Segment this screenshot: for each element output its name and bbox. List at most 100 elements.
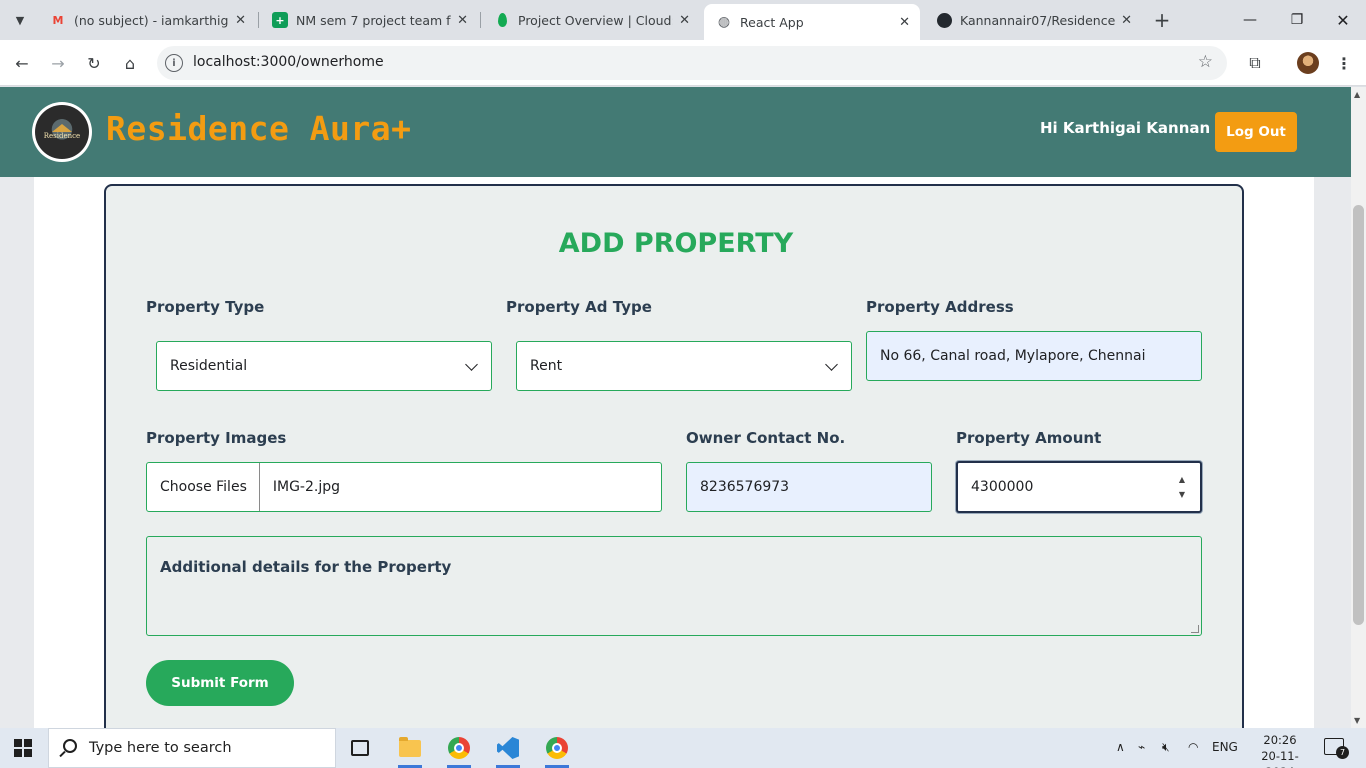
github-icon bbox=[936, 12, 952, 28]
brand-logo[interactable]: Residence bbox=[32, 102, 92, 162]
browser-tab-github[interactable]: Kannannair07/Residence-Au ✕ bbox=[924, 6, 1142, 34]
details-textarea[interactable]: Additional details for the Property bbox=[146, 536, 1202, 636]
scroll-up-icon[interactable]: ▲ bbox=[1354, 90, 1360, 99]
address-label: Property Address bbox=[866, 298, 1014, 316]
clock-date: 20-11-2024 bbox=[1261, 749, 1299, 768]
images-label: Property Images bbox=[146, 429, 287, 447]
sheets-icon: + bbox=[272, 12, 288, 28]
browser-tab-strip: ▼ M (no subject) - iamkarthigaika ✕ + NM… bbox=[0, 0, 1366, 40]
tab-divider bbox=[480, 12, 481, 28]
close-tab-icon[interactable]: ✕ bbox=[235, 13, 246, 28]
clock-time: 20:26 bbox=[1263, 733, 1297, 747]
browser-toolbar: ← → ↻ ⌂ i localhost:3000/ownerhome ☆ ⧉ ⋮ bbox=[0, 40, 1366, 86]
add-property-form: ADD PROPERTY Property Type Residential P… bbox=[104, 184, 1244, 728]
chrome-taskbar-icon[interactable] bbox=[443, 732, 475, 768]
close-tab-icon[interactable]: ✕ bbox=[679, 13, 690, 28]
scroll-down-icon[interactable]: ▼ bbox=[1354, 716, 1360, 725]
tab-title: React App bbox=[740, 14, 804, 30]
minimize-icon[interactable]: — bbox=[1238, 8, 1262, 32]
new-tab-plus-icon[interactable]: + bbox=[1150, 8, 1174, 32]
submit-form-button[interactable]: Submit Form bbox=[146, 660, 294, 706]
tab-title: NM sem 7 project team form bbox=[296, 12, 451, 28]
number-spinner-icon[interactable]: ▲ ▼ bbox=[1176, 475, 1188, 499]
reload-icon[interactable]: ↻ bbox=[82, 51, 106, 75]
amount-input[interactable]: 4300000 ▲ ▼ bbox=[956, 461, 1202, 513]
property-type-value: Residential bbox=[170, 358, 248, 374]
contact-label: Owner Contact No. bbox=[686, 429, 846, 447]
property-type-select[interactable]: Residential bbox=[156, 341, 492, 391]
resize-handle-icon[interactable] bbox=[1191, 625, 1199, 633]
browser-tab-gmail[interactable]: M (no subject) - iamkarthigaika ✕ bbox=[38, 6, 256, 34]
scrollbar-thumb[interactable] bbox=[1353, 205, 1364, 625]
battery-plug-icon[interactable]: ⌁ bbox=[1138, 740, 1145, 754]
gmail-icon: M bbox=[52, 13, 64, 27]
house-logo-icon: Residence bbox=[35, 105, 89, 159]
language-indicator[interactable]: ENG bbox=[1212, 740, 1238, 754]
address-input[interactable]: No 66, Canal road, Mylapore, Chennai bbox=[866, 331, 1202, 381]
page-viewport: Residence Residence Aura+ Hi Karthigai K… bbox=[0, 87, 1366, 728]
browser-menu-icon[interactable]: ⋮ bbox=[1332, 51, 1356, 75]
amount-value: 4300000 bbox=[971, 479, 1034, 495]
tab-title: Kannannair07/Residence-Au bbox=[960, 12, 1116, 28]
notification-count: 7 bbox=[1336, 746, 1349, 759]
logo-text: Residence bbox=[43, 132, 81, 140]
taskbar-search-box[interactable]: Type here to search bbox=[48, 728, 336, 768]
tab-search-chevron-icon[interactable]: ▼ bbox=[8, 8, 32, 32]
restore-icon[interactable]: ❐ bbox=[1285, 8, 1309, 32]
ad-type-value: Rent bbox=[530, 358, 563, 374]
bookmark-star-icon[interactable]: ☆ bbox=[1198, 52, 1213, 72]
wifi-icon[interactable]: ◠ bbox=[1188, 740, 1198, 754]
forward-arrow-icon[interactable]: → bbox=[46, 51, 70, 75]
amount-label: Property Amount bbox=[956, 429, 1102, 447]
search-icon bbox=[63, 739, 77, 753]
contact-input[interactable]: 8236576973 bbox=[686, 462, 932, 512]
close-tab-icon[interactable]: ✕ bbox=[1121, 13, 1132, 28]
navbar: Residence Residence Aura+ Hi Karthigai K… bbox=[0, 87, 1351, 177]
tab-title: Project Overview | Cloud: Mo bbox=[518, 12, 674, 28]
images-file-input[interactable]: Choose Files IMG-2.jpg bbox=[146, 462, 662, 512]
address-bar[interactable]: i localhost:3000/ownerhome ☆ bbox=[157, 46, 1227, 80]
extensions-puzzle-icon[interactable]: ⧉ bbox=[1243, 51, 1267, 75]
logout-button[interactable]: Log Out bbox=[1215, 112, 1297, 152]
back-arrow-icon[interactable]: ← bbox=[10, 51, 34, 75]
property-type-label: Property Type bbox=[146, 298, 265, 316]
chevron-down-icon bbox=[465, 358, 478, 371]
contact-value: 8236576973 bbox=[700, 479, 790, 495]
close-window-icon[interactable]: ✕ bbox=[1331, 8, 1355, 32]
user-greeting: Hi Karthigai Kannan K bbox=[1040, 119, 1228, 137]
globe-icon: ◍ bbox=[717, 14, 731, 30]
vscode-icon[interactable] bbox=[492, 732, 524, 768]
page-content: ADD PROPERTY Property Type Residential P… bbox=[34, 177, 1314, 728]
home-icon[interactable]: ⌂ bbox=[118, 51, 142, 75]
page-scrollbar[interactable]: ▲ ▼ bbox=[1351, 87, 1366, 728]
ad-type-label: Property Ad Type bbox=[506, 298, 652, 316]
tray-chevron-up-icon[interactable]: ∧ bbox=[1116, 740, 1125, 754]
taskbar-search-placeholder: Type here to search bbox=[89, 740, 232, 756]
choose-files-button[interactable]: Choose Files bbox=[160, 463, 260, 511]
tab-divider bbox=[258, 12, 259, 28]
chrome-taskbar-icon-2[interactable] bbox=[541, 732, 573, 768]
address-value: No 66, Canal road, Mylapore, Chennai bbox=[880, 348, 1146, 364]
close-tab-icon[interactable]: ✕ bbox=[457, 13, 468, 28]
browser-tab-sheets[interactable]: + NM sem 7 project team form ✕ bbox=[260, 6, 478, 34]
details-placeholder: Additional details for the Property bbox=[160, 558, 452, 576]
form-title: ADD PROPERTY bbox=[558, 228, 794, 259]
volume-muted-icon[interactable]: 🔇︎ bbox=[1162, 740, 1170, 755]
notification-center-icon[interactable]: 7 bbox=[1324, 738, 1349, 759]
mongodb-icon bbox=[494, 12, 510, 28]
site-info-icon[interactable]: i bbox=[165, 54, 183, 72]
browser-tab-react-app[interactable]: ◍ React App ✕ bbox=[704, 4, 920, 40]
windows-start-icon[interactable] bbox=[14, 739, 32, 757]
url-text: localhost:3000/ownerhome bbox=[193, 54, 384, 70]
selected-file-name: IMG-2.jpg bbox=[272, 479, 340, 495]
taskbar-clock[interactable]: 20:26 20-11-2024 bbox=[1250, 732, 1310, 768]
ad-type-select[interactable]: Rent bbox=[516, 341, 852, 391]
task-view-icon[interactable] bbox=[344, 732, 376, 764]
close-tab-icon[interactable]: ✕ bbox=[899, 15, 910, 30]
browser-tab-mongodb[interactable]: Project Overview | Cloud: Mo ✕ bbox=[482, 6, 700, 34]
windows-taskbar: Type here to search ∧ ⌁ 🔇︎ ◠ ENG 20:26 2… bbox=[0, 728, 1366, 768]
tab-title: (no subject) - iamkarthigaika bbox=[74, 12, 229, 28]
profile-avatar[interactable] bbox=[1297, 52, 1319, 74]
file-explorer-icon[interactable] bbox=[394, 732, 426, 768]
brand-name: Residence Aura+ bbox=[106, 109, 412, 148]
